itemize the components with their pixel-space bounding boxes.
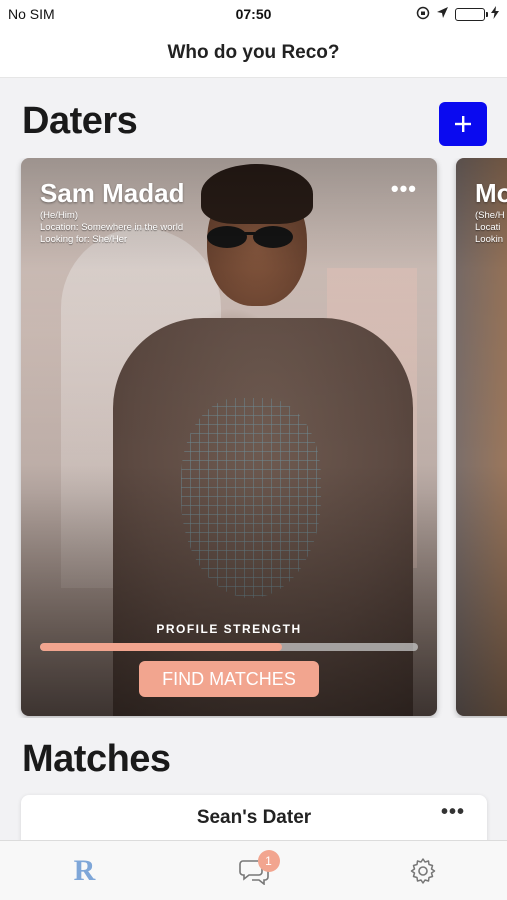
- status-bar: No SIM 07:50: [0, 0, 507, 28]
- dater-looking-for: Looking for: She/Her: [40, 234, 128, 245]
- carrier-label: No SIM: [8, 6, 55, 22]
- dater-pronouns: (He/Him): [40, 210, 78, 221]
- dater-name: Sam Madad: [40, 178, 185, 208]
- dater-location: Locati: [475, 222, 501, 233]
- reco-logo-icon: R: [73, 853, 96, 887]
- dater-details: (She/H Locati Lookin: [475, 210, 505, 246]
- page-title: Who do you Reco?: [167, 41, 340, 63]
- dater-details: (He/Him) Location: Somewhere in the worl…: [40, 210, 183, 246]
- status-icons: [416, 6, 499, 23]
- plus-icon: [455, 116, 471, 132]
- charging-bolt-icon: [491, 6, 499, 22]
- find-matches-button[interactable]: FIND MATCHES: [139, 661, 319, 697]
- match-card-title: Sean's Dater: [196, 807, 312, 828]
- location-arrow-icon: [436, 6, 449, 22]
- dater-name: Mo: [475, 178, 507, 208]
- dater-location: Location: Somewhere in the world: [40, 222, 184, 233]
- dater-pronouns: (She/H: [475, 210, 505, 221]
- messages-badge: 1: [257, 849, 280, 872]
- battery-icon: [455, 7, 488, 21]
- profile-strength-fill: [40, 643, 282, 651]
- profile-strength-bar: [40, 643, 418, 651]
- tab-messages[interactable]: 1: [224, 846, 284, 896]
- dater-card[interactable]: Sam Madad (He/Him) Location: Somewhere i…: [21, 158, 437, 716]
- screen-rotation-lock-icon: [416, 6, 430, 23]
- matches-heading: Matches: [22, 738, 171, 780]
- settings-gear-icon: [410, 857, 435, 884]
- dater-card[interactable]: Mo (She/H Locati Lookin: [456, 158, 507, 716]
- daters-heading: Daters: [22, 100, 138, 142]
- more-options-icon[interactable]: •••: [441, 802, 465, 822]
- tab-bar: R 1: [0, 840, 507, 900]
- daters-carousel[interactable]: Sam Madad (He/Him) Location: Somewhere i…: [0, 158, 507, 718]
- tab-home[interactable]: R: [55, 846, 115, 896]
- navigation-bar: Who do you Reco?: [0, 28, 507, 78]
- tab-settings[interactable]: [393, 846, 453, 896]
- profile-strength-label: PROFILE STRENGTH: [156, 622, 302, 636]
- more-options-icon[interactable]: •••: [391, 178, 417, 200]
- add-dater-button[interactable]: [439, 102, 487, 146]
- dater-looking-for: Lookin: [475, 234, 503, 245]
